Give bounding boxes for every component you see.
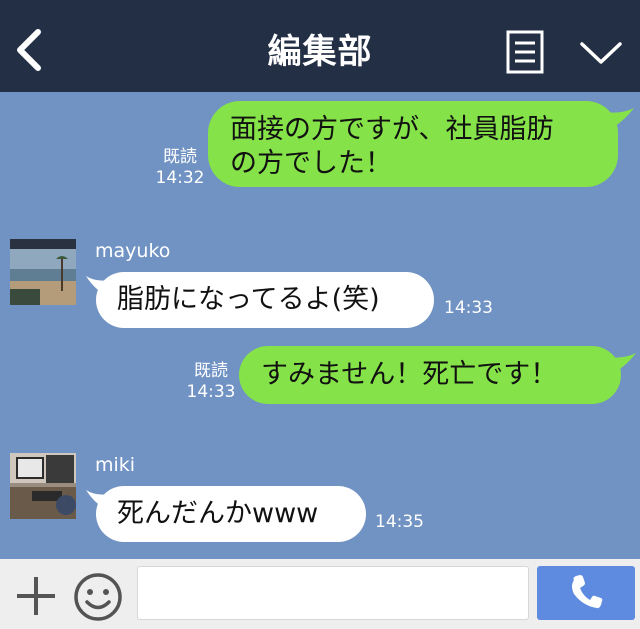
office-photo-avatar [10,453,76,519]
smiley-icon [74,573,122,621]
message-time: 14:33 [186,382,236,402]
message-text-line: 面接の方ですが、社員脂肪 [230,114,554,145]
message-text: すみません！死亡です！ [261,359,558,390]
beach-photo-avatar [10,239,76,305]
message-time: 14:35 [375,512,424,532]
chevron-down-icon [580,42,622,64]
message-text: 脂肪になってるよ(笑) [117,284,380,315]
emoji-button[interactable] [72,571,124,623]
message-input-bar [0,559,640,629]
incoming-message[interactable]: 脂肪になってるよ(笑) [96,272,434,328]
avatar[interactable] [10,239,76,305]
call-button[interactable] [537,566,635,620]
message-input[interactable] [137,566,529,620]
outgoing-message[interactable]: すみません！死亡です！ [239,346,621,404]
message-text: 死んだんかwww [117,498,319,529]
message-meta: 既読 14:32 [155,147,205,189]
chat-header: 編集部 [0,0,640,92]
sender-name: mayuko [95,240,171,262]
notes-button[interactable] [506,30,544,74]
message-time: 14:33 [444,298,493,318]
message-text-line: の方でした！ [230,148,392,179]
note-icon [506,30,544,74]
message-meta: 既読 14:33 [186,361,236,403]
plus-icon [17,577,55,615]
message-time: 14:32 [155,168,205,188]
menu-toggle-button[interactable] [578,38,624,68]
chat-screen: 編集部 面接の方ですが、社員脂肪 の方でした！ 既読 14:32 mayuko … [0,0,640,629]
incoming-message[interactable]: 死んだんかwww [96,486,366,542]
read-receipt: 既読 [163,147,197,167]
read-receipt: 既読 [194,361,228,381]
phone-icon [572,575,603,609]
add-attachment-button[interactable] [14,574,58,618]
avatar[interactable] [10,453,76,519]
outgoing-message[interactable]: 面接の方ですが、社員脂肪 の方でした！ [208,101,618,187]
sender-name: miki [95,454,136,476]
chat-title: 編集部 [267,32,373,72]
